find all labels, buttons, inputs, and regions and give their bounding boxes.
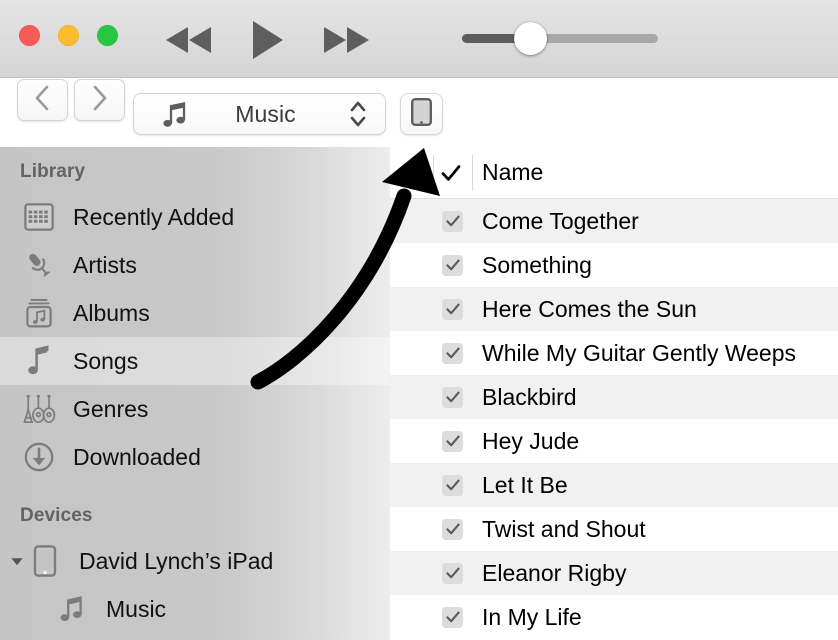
download-circle-icon [22, 442, 56, 472]
track-checkbox-cell [390, 386, 482, 408]
sidebar: Library Recently Added Artists Albums So… [0, 147, 390, 640]
source-popup-button[interactable]: Music [133, 93, 386, 135]
track-checkbox-cell [390, 430, 482, 452]
sidebar-item-label: Recently Added [73, 203, 235, 230]
track-checkbox[interactable] [442, 562, 463, 584]
track-row[interactable]: Come Together [390, 199, 838, 243]
track-checkbox-cell [390, 210, 482, 232]
sidebar-item-label: Albums [73, 299, 150, 326]
column-divider [472, 155, 473, 191]
sidebar-device-item-label: Music [106, 595, 167, 622]
sidebar-item-label: Songs [73, 347, 139, 374]
name-column-header[interactable]: Name [482, 159, 543, 186]
sidebar-item-downloaded[interactable]: Downloaded [0, 433, 390, 481]
track-checkbox-cell [390, 474, 482, 496]
fast-forward-button[interactable] [322, 24, 370, 56]
track-rows: Come Together Something Here Comes the Sun… [390, 199, 838, 639]
back-button[interactable] [17, 79, 68, 121]
album-stack-icon [22, 298, 56, 328]
sidebar-section-library: Library [20, 161, 86, 182]
track-checkbox-cell [390, 342, 482, 364]
music-note-icon [55, 595, 89, 623]
track-checkbox[interactable] [442, 298, 463, 320]
track-checkbox[interactable] [442, 210, 463, 232]
column-divider [433, 155, 434, 191]
sidebar-item-genres[interactable]: Genres [0, 385, 390, 433]
sidebar-item-recently-added[interactable]: Recently Added [0, 193, 390, 241]
volume-slider-thumb[interactable] [514, 22, 548, 55]
track-name: Here Comes the Sun [482, 295, 697, 322]
track-row[interactable]: Eleanor Rigby [390, 551, 838, 595]
forward-icon [91, 85, 108, 116]
sidebar-section-devices: Devices [20, 505, 93, 526]
device-button[interactable] [400, 93, 443, 135]
track-checkbox[interactable] [442, 386, 463, 408]
track-checkbox-cell [390, 518, 482, 540]
track-checkbox-cell [390, 562, 482, 584]
music-note-icon [22, 345, 56, 377]
track-checkbox-cell [390, 298, 482, 320]
title-bar [0, 0, 838, 78]
check-all-column-header[interactable] [440, 162, 462, 184]
track-name: Twist and Shout [482, 515, 646, 542]
ipad-icon [28, 545, 62, 577]
track-row[interactable]: Here Comes the Sun [390, 287, 838, 331]
track-checkbox[interactable] [442, 474, 463, 496]
volume-slider[interactable] [462, 22, 658, 58]
up-down-chevron-icon [349, 100, 367, 128]
minimize-window-button[interactable] [58, 25, 79, 46]
track-name: Come Together [482, 207, 639, 234]
sidebar-item-artists[interactable]: Artists [0, 241, 390, 289]
itunes-window: Music Library Recently Added Artists Alb… [0, 0, 838, 640]
track-list: Name Come Together Something Here Comes th… [390, 147, 838, 640]
play-button[interactable] [251, 20, 285, 60]
track-name: Blackbird [482, 383, 577, 410]
track-checkbox[interactable] [442, 606, 463, 628]
track-name: In My Life [482, 603, 582, 630]
track-row[interactable]: While My Guitar Gently Weeps [390, 331, 838, 375]
track-name: Hey Jude [482, 427, 580, 454]
track-checkbox[interactable] [442, 254, 463, 276]
source-popup-label: Music [235, 100, 296, 127]
track-row[interactable]: Let It Be [390, 463, 838, 507]
close-window-button[interactable] [19, 25, 40, 46]
sidebar-item-songs[interactable]: Songs [0, 337, 390, 385]
guitars-icon [22, 394, 56, 424]
track-name: Eleanor Rigby [482, 559, 627, 586]
track-name: Let It Be [482, 471, 568, 498]
ipad-icon [411, 97, 433, 131]
track-list-header: Name [390, 147, 838, 199]
track-row[interactable]: Hey Jude [390, 419, 838, 463]
sidebar-item-label: Genres [73, 395, 149, 422]
sidebar-device-item-music[interactable]: Music [0, 585, 390, 633]
track-name: While My Guitar Gently Weeps [482, 339, 797, 366]
traffic-lights [19, 25, 118, 46]
nav-button-group [17, 79, 125, 121]
track-row[interactable]: In My Life [390, 595, 838, 639]
sidebar-item-albums[interactable]: Albums [0, 289, 390, 337]
forward-button[interactable] [74, 79, 125, 121]
track-name: Something [482, 251, 592, 278]
microphone-icon [22, 250, 56, 280]
playback-controls [160, 12, 375, 68]
sidebar-device-label: David Lynch’s iPad [79, 547, 274, 574]
track-checkbox-cell [390, 606, 482, 628]
track-checkbox[interactable] [442, 430, 463, 452]
sidebar-item-label: Artists [73, 251, 137, 278]
navigation-bar: Music [0, 79, 838, 147]
sidebar-device-david-lynchs-ipad[interactable]: David Lynch’s iPad [0, 537, 390, 585]
disclosure-triangle-down-icon[interactable] [6, 554, 28, 568]
back-icon [34, 85, 51, 116]
rewind-button[interactable] [165, 24, 213, 56]
sidebar-item-label: Downloaded [73, 443, 201, 470]
track-row[interactable]: Twist and Shout [390, 507, 838, 551]
track-checkbox-cell [390, 254, 482, 276]
calendar-grid-icon [22, 203, 56, 231]
track-checkbox[interactable] [442, 518, 463, 540]
track-row[interactable]: Something [390, 243, 838, 287]
track-row[interactable]: Blackbird [390, 375, 838, 419]
track-checkbox[interactable] [442, 342, 463, 364]
maximize-window-button[interactable] [97, 25, 118, 46]
